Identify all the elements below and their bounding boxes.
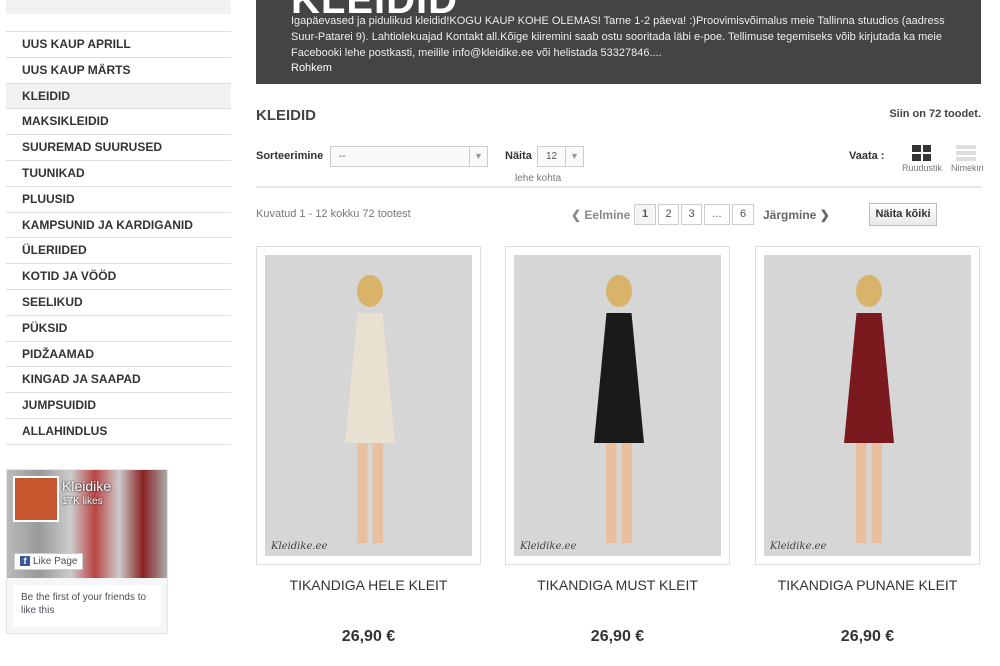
read-more-link[interactable]: Rohkem: [291, 62, 332, 74]
prev-label: Eelmine: [584, 208, 631, 222]
per-page-label: lehe kohta: [515, 173, 562, 184]
list-view-label[interactable]: Nimekiri: [951, 163, 984, 173]
sidebar-item[interactable]: ALLAHINDLUS: [6, 419, 231, 445]
list-view-icon[interactable]: [956, 145, 976, 161]
sidebar-item[interactable]: KAMPSUNID JA KARDIGANID: [6, 213, 231, 239]
watermark: Kleidike.ee: [520, 541, 577, 552]
product-image[interactable]: Kleidike.ee: [265, 255, 472, 556]
page-3[interactable]: 3: [681, 204, 702, 225]
sort-select[interactable]: -- ▼: [330, 146, 488, 167]
product-price: 26,90 €: [840, 628, 895, 645]
banner-description: Igapäevased ja pidulikud kleidid!KOGU KA…: [291, 15, 945, 59]
facebook-icon: f: [20, 556, 30, 566]
sort-value: --: [339, 151, 346, 162]
results-summary: Kuvatud 1 - 12 kokku 72 tootest: [256, 208, 411, 220]
facebook-likes-count: 17K likes: [62, 496, 103, 507]
sidebar-item[interactable]: PLUUSID: [6, 187, 231, 213]
sidebar-item[interactable]: UUS KAUP MÄRTS: [6, 58, 231, 84]
sidebar-item[interactable]: ÜLERIIDED: [6, 238, 231, 265]
page-2[interactable]: 2: [658, 204, 679, 225]
model-figure: [834, 275, 904, 545]
page-1[interactable]: 1: [634, 204, 656, 225]
product-name[interactable]: TIKANDIGA MUST KLEIT: [505, 577, 730, 593]
facebook-like-button[interactable]: f Like Page: [14, 553, 84, 570]
watermark: Kleidike.ee: [271, 541, 328, 552]
sort-label: Sorteerimine: [256, 150, 324, 162]
sidebar-item[interactable]: SEELIKUD: [6, 290, 231, 316]
facebook-page-name[interactable]: Kleidike: [62, 478, 111, 494]
sidebar-item[interactable]: JUMPSUIDID: [6, 393, 231, 419]
per-page-value: 12: [546, 151, 558, 162]
product-card[interactable]: Kleidike.ee: [755, 246, 980, 565]
facebook-friends-text: Be the first of your friends to like thi…: [13, 585, 161, 627]
per-page-select[interactable]: 12 ▼: [537, 146, 584, 167]
next-label: Järgmine: [763, 208, 817, 222]
model-figure: [335, 275, 405, 545]
sidebar-top-box: [6, 0, 231, 14]
prev-page-link[interactable]: ❮ Eelmine: [571, 208, 630, 222]
product-name[interactable]: TIKANDIGA HELE KLEIT: [256, 577, 481, 593]
product-card[interactable]: Kleidike.ee: [256, 246, 481, 565]
view-label: Vaata :: [849, 150, 885, 162]
product-price: 26,90 €: [341, 628, 396, 645]
sidebar-item[interactable]: SUUREMAD SUURUSED: [6, 135, 231, 161]
show-all-button[interactable]: Näita kõiki: [869, 203, 937, 226]
category-sidebar: UUS KAUP APRILL UUS KAUP MÄRTS KLEIDID MAKS…: [6, 31, 231, 445]
product-count: Siin on 72 toodet.: [889, 108, 981, 120]
grid-view-label[interactable]: Ruudustik: [902, 163, 942, 173]
sidebar-item[interactable]: PÜKSID: [6, 316, 231, 342]
sidebar-item[interactable]: TUUNIKAD: [6, 161, 231, 187]
sidebar-item[interactable]: KOTID JA VÖÖD: [6, 264, 231, 290]
product-price: 26,90 €: [590, 628, 645, 645]
sidebar-item[interactable]: KINGAD JA SAAPAD: [6, 367, 231, 394]
watermark: Kleidike.ee: [770, 541, 827, 552]
page-6[interactable]: 6: [732, 204, 754, 225]
sidebar-item[interactable]: UUS KAUP APRILL: [6, 32, 231, 58]
page-ellipsis: ...: [704, 204, 730, 225]
category-banner: KLEIDID Igapäevased ja pidulikud kleidid…: [256, 0, 981, 84]
facebook-page-avatar[interactable]: [13, 476, 59, 522]
product-card[interactable]: Kleidike.ee: [505, 246, 730, 565]
grid-view-icon[interactable]: [912, 145, 931, 161]
product-image[interactable]: Kleidike.ee: [514, 255, 721, 556]
chevron-down-icon: ▼: [469, 147, 487, 166]
next-page-link[interactable]: Järgmine ❯: [763, 208, 830, 222]
product-name[interactable]: TIKANDIGA PUNANE KLEIT: [755, 577, 980, 593]
like-button-label: Like Page: [33, 556, 78, 567]
sidebar-item[interactable]: MAKSIKLEIDID: [6, 109, 231, 136]
model-figure: [584, 275, 654, 545]
show-label: Näita: [505, 150, 532, 162]
page-title: KLEIDID: [256, 107, 316, 124]
product-image[interactable]: Kleidike.ee: [764, 255, 971, 556]
sidebar-item[interactable]: KLEIDID: [6, 83, 231, 110]
chevron-down-icon: ▼: [565, 147, 583, 166]
facebook-widget: Kleidike 17K likes f Like Page Be the fir…: [6, 469, 168, 634]
divider: [256, 186, 981, 188]
sidebar-item[interactable]: PIDŽAAMAD: [6, 342, 231, 368]
